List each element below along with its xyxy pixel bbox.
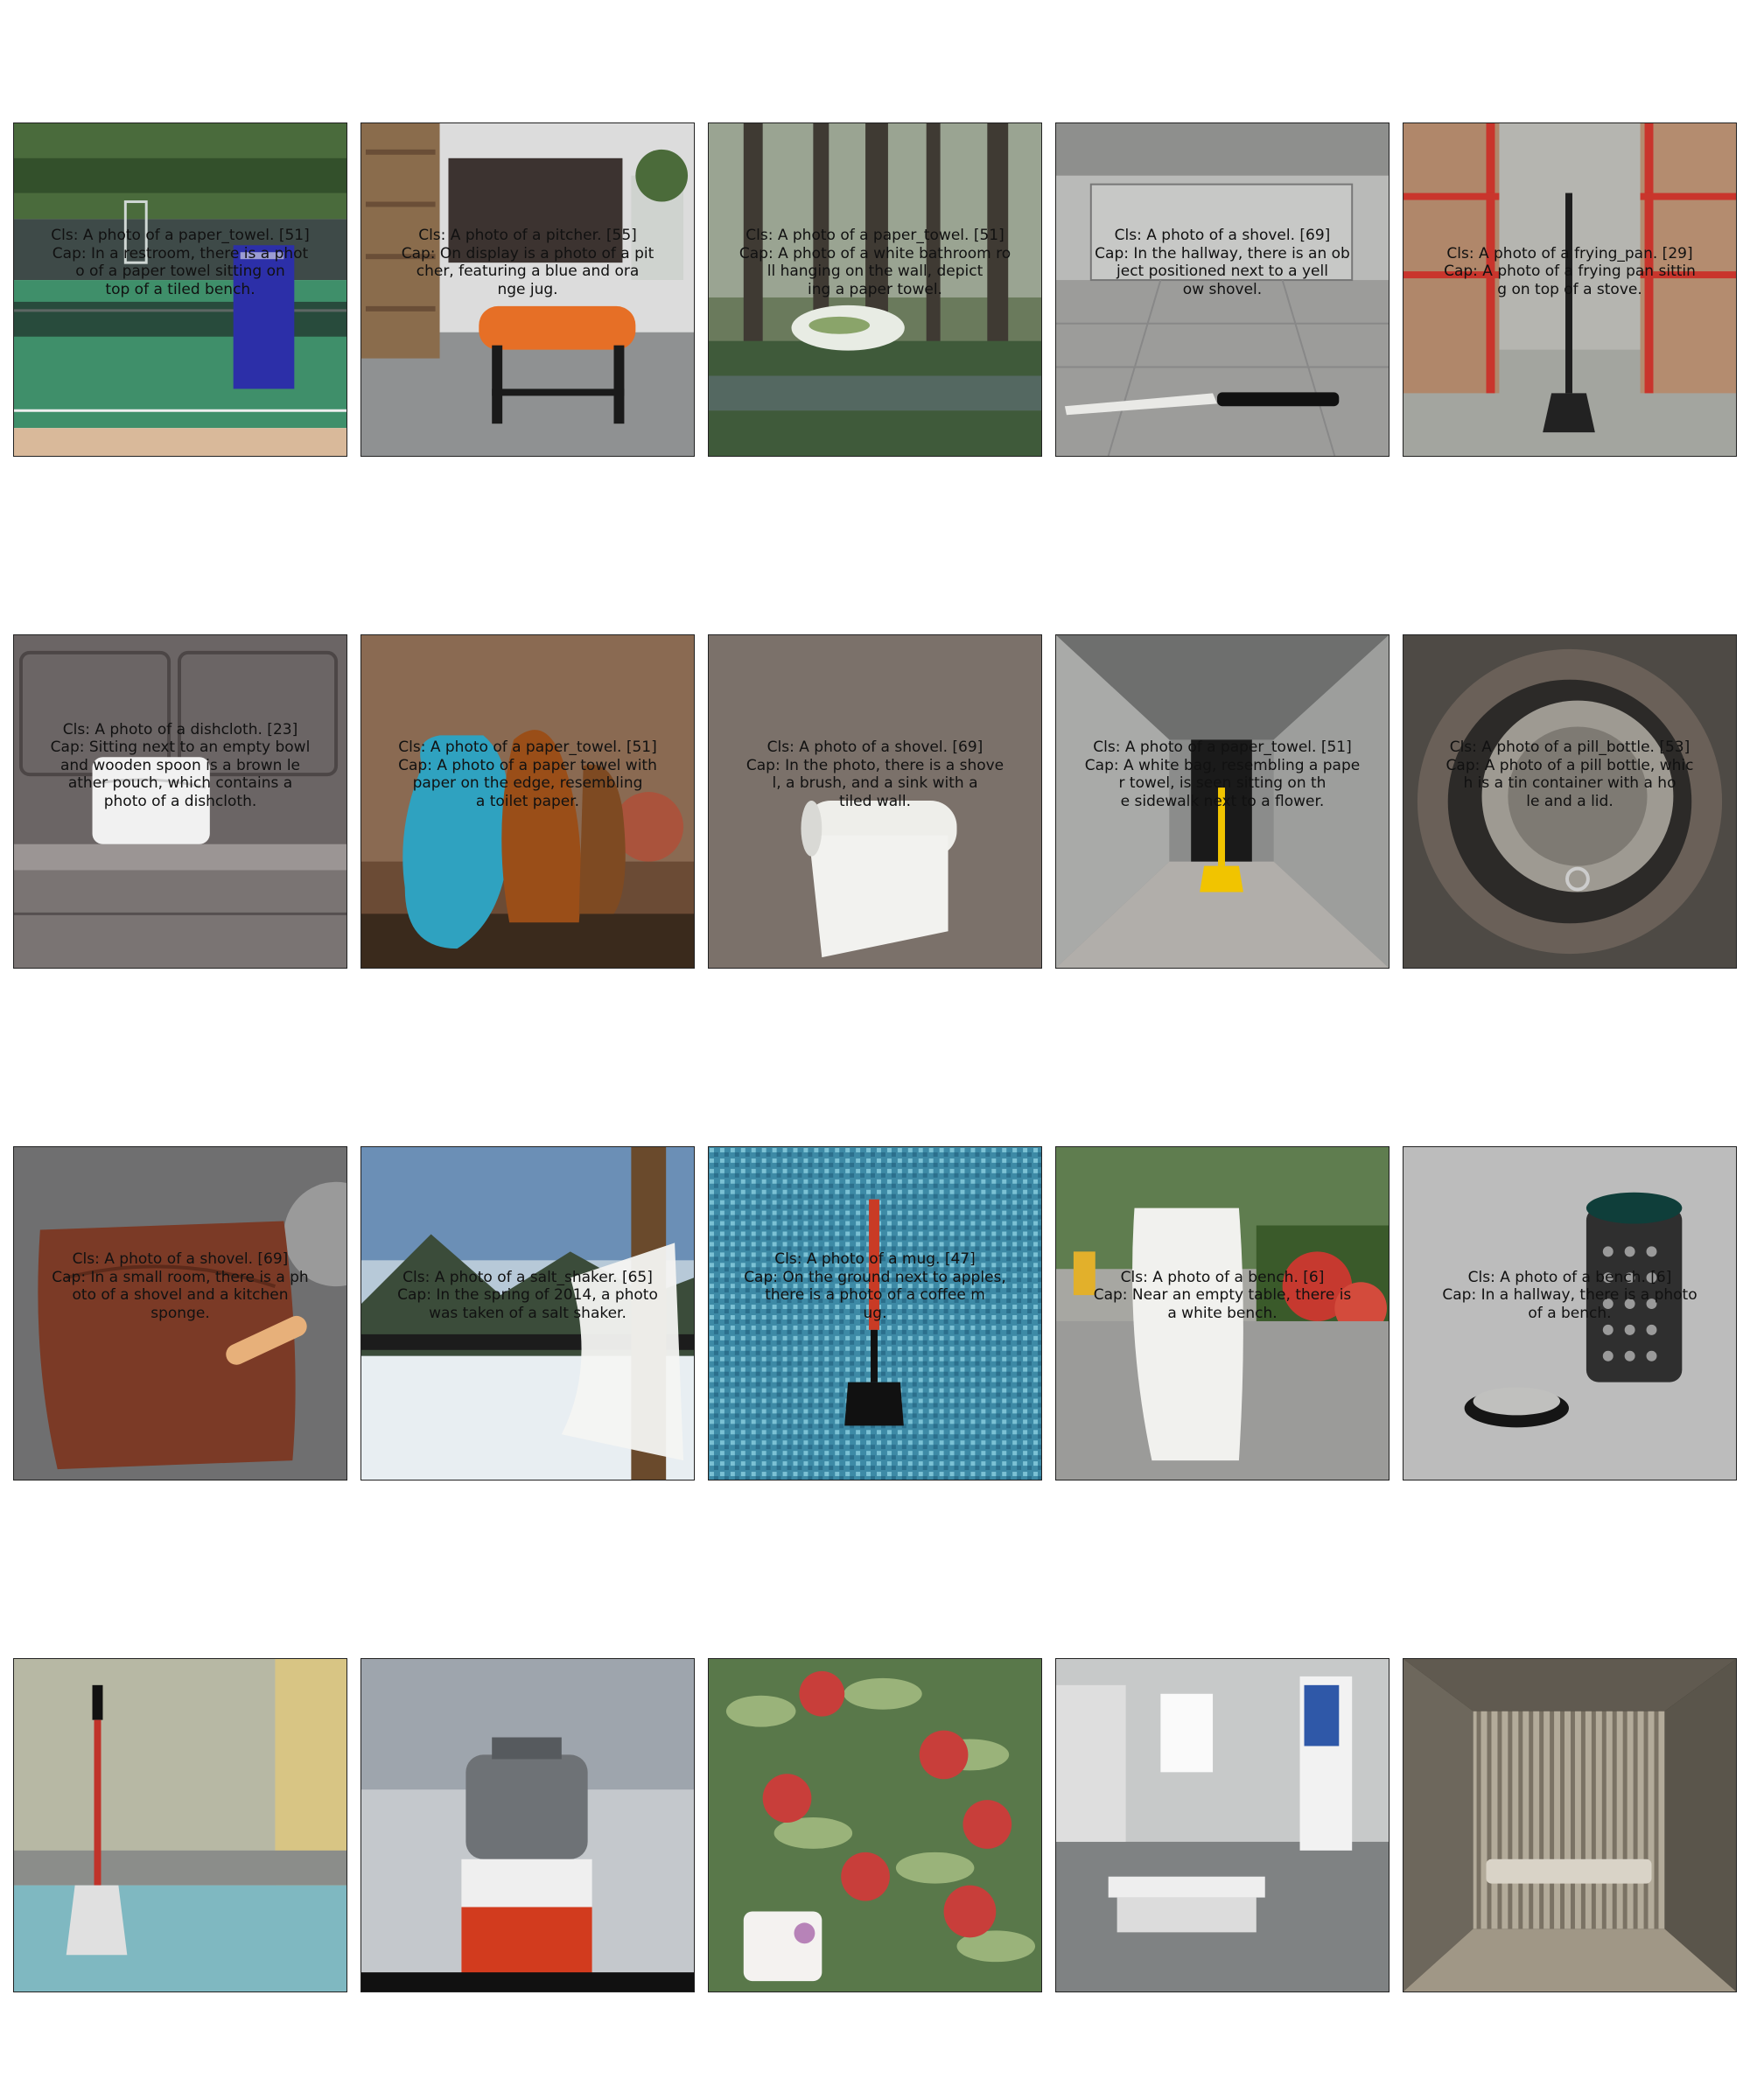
class-label: Cls: A photo of a shovel. [69] bbox=[1114, 227, 1331, 244]
class-label: Cls: A photo of a paper_towel. [51] bbox=[1093, 738, 1352, 756]
caption-text: Cap: In a small room, there is a ph oto … bbox=[52, 1268, 309, 1322]
panel-caption: Cls: A photo of a paper_towel. [51] Cap: … bbox=[0, 227, 365, 298]
class-label: Cls: A photo of a mug. [47] bbox=[774, 1250, 976, 1268]
panel-caption: Cls: A photo of a paper_towel. [51] Cap: … bbox=[690, 227, 1060, 298]
panel-caption: Cls: A photo of a bench. [6] Cap: In a ha… bbox=[1385, 1269, 1750, 1323]
image-salt-shaker bbox=[361, 1659, 694, 1992]
panel-caption: Cls: A photo of a shovel. [69] Cap: In th… bbox=[1038, 227, 1407, 298]
image-metal-hallway-bench bbox=[1404, 1659, 1736, 1992]
class-label: Cls: A photo of a dishcloth. [23] bbox=[62, 720, 298, 738]
class-label: Cls: A photo of a pill_bottle. [53] bbox=[1449, 738, 1690, 756]
panel-caption: Cls: A photo of a paper_towel. [51] Cap: … bbox=[1038, 738, 1407, 810]
caption-text: Cap: Sitting next to an empty bowl and w… bbox=[50, 738, 311, 810]
caption-text: Cap: In the hallway, there is an ob ject… bbox=[1095, 244, 1350, 298]
generated-image bbox=[13, 1658, 347, 1992]
caption-text: Cap: On the ground next to apples, there… bbox=[744, 1268, 1006, 1322]
class-label: Cls: A photo of a pitcher. [55] bbox=[418, 227, 637, 244]
class-label: Cls: A photo of a shovel. [69] bbox=[766, 738, 984, 756]
image-apples-mug bbox=[709, 1659, 1041, 1992]
panel-caption: Cls: A photo of a salt_shaker. [65] Cap: … bbox=[343, 1269, 712, 1323]
panel-caption: Cls: A photo of a dishcloth. [23] Cap: Si… bbox=[0, 721, 365, 811]
class-label: Cls: A photo of a paper_towel. [51] bbox=[51, 227, 310, 244]
generated-image bbox=[1055, 1658, 1390, 1992]
panel-caption: Cls: A photo of a shovel. [69] Cap: In a … bbox=[0, 1250, 365, 1322]
caption-text: Cap: A photo of a frying pan sittin g on… bbox=[1444, 262, 1696, 298]
panel-caption: Cls: A photo of a shovel. [69] Cap: In th… bbox=[690, 738, 1060, 810]
class-label: Cls: A photo of a shovel. [69] bbox=[72, 1250, 289, 1268]
caption-text: Cap: A white bag, resembling a pape r to… bbox=[1084, 756, 1361, 810]
caption-text: Cap: In the spring of 2014, a photo was … bbox=[397, 1286, 658, 1322]
panel-caption: Cls: A photo of a mug. [47] Cap: On the g… bbox=[690, 1250, 1060, 1322]
generated-image bbox=[360, 1658, 695, 1992]
caption-text: Cap: A photo of a pill bottle, whic h is… bbox=[1446, 756, 1694, 810]
class-label: Cls: A photo of a frying_pan. [29] bbox=[1446, 244, 1693, 262]
class-label: Cls: A photo of a paper_towel. [51] bbox=[398, 738, 657, 756]
caption-text: Cap: Near an empty table, there is a whi… bbox=[1093, 1286, 1352, 1322]
image-grid: Cls: A photo of a binder_closed. [8]Cap:… bbox=[0, 0, 1750, 2100]
class-label: Cls: A photo of a bench. [6] bbox=[1120, 1268, 1325, 1286]
class-label: Cls: A photo of a paper_towel. [51] bbox=[746, 227, 1004, 244]
caption-text: Cap: In a restroom, there is a phot o of… bbox=[52, 244, 309, 298]
image-red-shovel-room bbox=[14, 1659, 346, 1992]
panel-caption: Cls: A photo of a paper_towel. [51] Cap: … bbox=[343, 738, 712, 810]
panel-caption: Cls: A photo of a pill_bottle. [53] Cap: … bbox=[1385, 738, 1750, 810]
class-label: Cls: A photo of a bench. [6] bbox=[1467, 1268, 1672, 1286]
caption-text: Cap: A photo of a white bathroom ro ll h… bbox=[738, 244, 1012, 298]
image-lab-table bbox=[1056, 1659, 1389, 1992]
generated-image bbox=[1403, 1658, 1737, 1992]
generated-image bbox=[708, 1658, 1042, 1992]
panel-caption: Cls: A photo of a bench. [6] Cap: Near an… bbox=[1038, 1269, 1407, 1323]
caption-text: Cap: In the photo, there is a shove l, a… bbox=[746, 756, 1004, 810]
caption-text: Cap: In a hallway, there is a photo of a… bbox=[1442, 1286, 1698, 1322]
class-label: Cls: A photo of a salt_shaker. [65] bbox=[402, 1268, 653, 1286]
caption-text: Cap: On display is a photo of a pit cher… bbox=[401, 244, 654, 298]
caption-text: Cap: A photo of a paper towel with paper… bbox=[398, 756, 657, 810]
panel-caption: Cls: A photo of a pitcher. [55] Cap: On d… bbox=[343, 227, 712, 298]
panel-caption: Cls: A photo of a frying_pan. [29] Cap: A… bbox=[1385, 245, 1750, 299]
